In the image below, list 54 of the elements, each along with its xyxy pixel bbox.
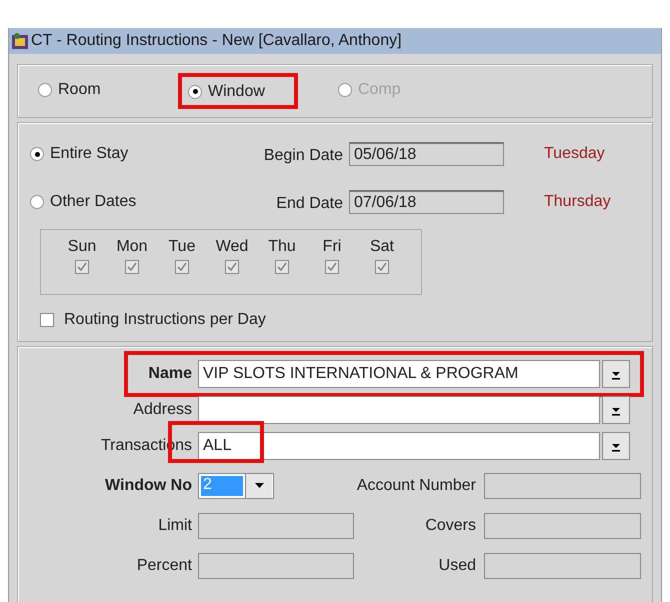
field-label: Name <box>147 365 192 383</box>
lookup-field[interactable]: ALL <box>198 432 600 460</box>
field-label: End Date <box>275 195 343 213</box>
day-label: Thu <box>268 238 296 256</box>
field-label: Limit <box>157 517 192 535</box>
day-label: Wed <box>216 238 248 256</box>
field-label: Begin Date <box>262 147 343 165</box>
day-checkbox[interactable] <box>175 260 189 274</box>
text-field[interactable] <box>198 553 354 579</box>
field-label: Account Number <box>356 477 476 495</box>
radio-icon[interactable] <box>188 84 202 99</box>
field-value: VIP SLOTS INTERNATIONAL & PROGRAM <box>203 365 518 383</box>
field-value: ALL <box>203 437 232 455</box>
day-checkbox[interactable] <box>225 260 239 274</box>
text-field[interactable] <box>484 473 641 499</box>
radio-icon[interactable] <box>30 147 44 161</box>
dropdown-button[interactable] <box>602 396 630 424</box>
date-field[interactable]: 05/06/18 <box>349 142 504 166</box>
day-checkbox[interactable] <box>125 260 139 274</box>
field-label: Window No <box>104 477 192 495</box>
radio-option[interactable]: Other Dates <box>30 193 225 211</box>
text-field[interactable] <box>484 513 641 539</box>
day-label: Sat <box>370 238 394 256</box>
field-label: Address <box>132 401 192 419</box>
lookup-field[interactable] <box>198 396 600 424</box>
radio-icon[interactable] <box>38 82 52 96</box>
text-field[interactable] <box>198 513 354 539</box>
radio-option[interactable]: Window <box>188 82 265 101</box>
field-label: Percent <box>136 557 192 575</box>
day-label: Sun <box>68 238 96 256</box>
day-checkbox[interactable] <box>275 260 289 274</box>
window-title: CT - Routing Instructions - New [Cavallaro, Anthony] <box>31 32 402 50</box>
date-field[interactable]: 07/06/18 <box>349 190 504 214</box>
checkbox[interactable] <box>40 313 54 327</box>
dropdown-button[interactable] <box>602 432 630 460</box>
day-label: Fri <box>322 238 342 256</box>
day-checkbox[interactable] <box>325 260 339 274</box>
dropdown-button[interactable] <box>602 360 630 388</box>
radio-icon[interactable] <box>30 195 44 209</box>
text-field[interactable] <box>484 553 641 579</box>
lookup-field[interactable]: VIP SLOTS INTERNATIONAL & PROGRAM <box>198 360 600 388</box>
field-label: Used <box>438 557 476 575</box>
weekday-text: Thursday <box>544 193 611 211</box>
day-label: Tue <box>168 238 196 256</box>
app-icon <box>11 32 29 50</box>
checkbox-label: Routing Instructions per Day <box>64 311 266 329</box>
field-label: Covers <box>424 517 476 535</box>
caret-icon <box>254 483 264 489</box>
radio-option[interactable]: Entire Stay <box>30 145 225 163</box>
day-checkbox[interactable] <box>375 260 389 274</box>
radio-option[interactable]: Room <box>38 80 101 98</box>
day-label: Mon <box>116 238 148 256</box>
day-checkbox[interactable] <box>75 260 89 274</box>
weekday-text: Tuesday <box>544 145 605 163</box>
